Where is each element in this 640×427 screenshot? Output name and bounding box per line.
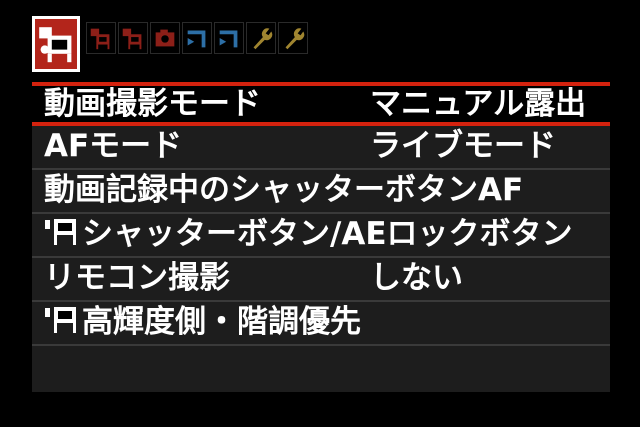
- menu-tab-bar: [32, 16, 310, 74]
- tab-setup-1[interactable]: [246, 22, 276, 54]
- menu-item-value: しない: [370, 260, 463, 296]
- movie-camera-icon: [39, 27, 72, 63]
- menu-item-label: AFモード: [44, 128, 183, 164]
- tab-playback-1[interactable]: [182, 22, 212, 54]
- tab-movie-shooting-3[interactable]: [118, 22, 148, 54]
- movie-camera-icon: [44, 305, 80, 335]
- camera-menu-screen: 動画撮影モード マニュアル露出 AFモード ライブモード 動画記録中のシャッター…: [0, 0, 640, 427]
- menu-item-af-with-shutter-during-movie[interactable]: 動画記録中のシャッターボタンAF: [32, 170, 610, 214]
- menu-item-label-group: シャッターボタン/AEロックボタン: [44, 214, 573, 254]
- menu-item-value: ライブモード: [370, 128, 556, 164]
- menu-item-label-group: 高輝度側・階調優先: [44, 302, 361, 342]
- menu-item-movie-exposure[interactable]: 動画撮影モード マニュアル露出: [32, 82, 610, 126]
- wrench-icon: [253, 28, 273, 50]
- menu-item-label-text: シャッターボタン/AEロックボタン: [82, 216, 573, 252]
- movie-camera-icon: [90, 28, 110, 50]
- tab-movie-shooting-2[interactable]: [86, 22, 116, 54]
- menu-list: 動画撮影モード マニュアル露出 AFモード ライブモード 動画記録中のシャッター…: [32, 82, 610, 392]
- tab-movie-shooting-1[interactable]: [32, 16, 80, 72]
- tab-setup-2[interactable]: [278, 22, 308, 54]
- menu-item-value: マニュアル露出: [370, 86, 587, 122]
- menu-item-af-mode[interactable]: AFモード ライブモード: [32, 126, 610, 170]
- playback-icon: [187, 30, 206, 48]
- tab-playback-2[interactable]: [214, 22, 244, 54]
- menu-item-remote-shooting[interactable]: リモコン撮影 しない: [32, 258, 610, 302]
- wrench-icon: [285, 28, 305, 50]
- menu-item-label: 動画記録中のシャッターボタンAF: [44, 172, 524, 208]
- playback-icon: [219, 30, 238, 48]
- menu-item-label: 動画撮影モード: [44, 86, 261, 122]
- menu-empty-row: [32, 346, 610, 392]
- camera-icon: [155, 29, 175, 47]
- movie-camera-icon: [44, 217, 80, 247]
- movie-camera-icon: [122, 28, 142, 50]
- menu-item-label-text: 高輝度側・階調優先: [82, 304, 361, 340]
- menu-item-highlight-tone-priority[interactable]: 高輝度側・階調優先: [32, 302, 610, 346]
- tab-movie-shooting-4[interactable]: [150, 22, 180, 54]
- menu-item-shutter-ae-lock-button[interactable]: シャッターボタン/AEロックボタン: [32, 214, 610, 258]
- menu-item-label: リモコン撮影: [44, 260, 230, 296]
